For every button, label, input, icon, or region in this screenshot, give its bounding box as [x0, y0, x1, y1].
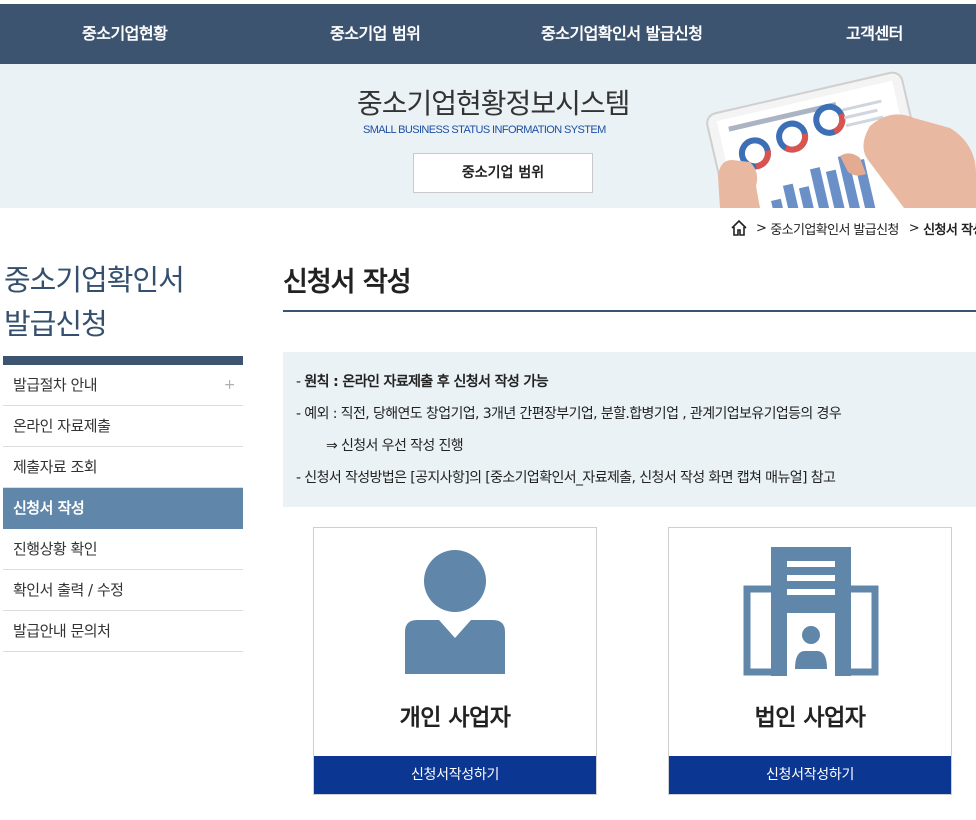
sidebar-item-label: 제출자료 조회	[13, 458, 98, 476]
corporate-apply-button[interactable]: 신청서작성하기	[669, 756, 951, 794]
title-divider	[283, 310, 976, 312]
sidebar-item-label: 발급절차 안내	[13, 376, 98, 394]
sidebar-top-rule	[3, 356, 243, 365]
sidebar-title-line2: 발급신청	[4, 307, 108, 341]
tablet-illustration	[706, 71, 976, 208]
notice-principle: - 원칙 : 온라인 자료제출 후 신청서 작성 가능	[296, 371, 976, 403]
breadcrumb-item-certificate[interactable]: 중소기업확인서 발급신청	[770, 219, 899, 238]
sidebar-title-line1: 중소기업확인서	[4, 263, 185, 297]
building-icon	[743, 547, 879, 676]
banner-range-button[interactable]: 중소기업 범위	[413, 153, 593, 193]
notice-exception-result: ⇒ 신청서 우선 작성 진행	[326, 438, 464, 454]
nav-item-range[interactable]: 중소기업 범위	[330, 4, 421, 64]
individual-business-label: 개인 사업자	[399, 705, 511, 731]
banner-title: 중소기업현황정보시스템	[357, 87, 630, 120]
top-nav: 중소기업현황 중소기업 범위 중소기업확인서 발급신청 고객센터	[0, 4, 976, 64]
sidebar-item-label: 확인서 출력 / 수정	[13, 581, 124, 599]
nav-item-status[interactable]: 중소기업현황	[82, 4, 168, 64]
nav-item-support[interactable]: 고객센터	[846, 4, 903, 64]
breadcrumb-separator: >	[756, 220, 767, 236]
notice-exception: - 예외 : 직전, 당해연도 창업기업, 3개년 간편장부기업, 분할.합병기…	[296, 406, 842, 422]
notice-box: - 원칙 : 온라인 자료제출 후 신청서 작성 가능 - 예외 : 직전, 당…	[283, 352, 976, 507]
sidebar-item-label: 진행상황 확인	[13, 540, 98, 558]
sidebar-title: 중소기업확인서 발급신청	[4, 258, 185, 346]
banner-subtitle: SMALL BUSINESS STATUS INFORMATION SYSTEM	[363, 124, 606, 136]
breadcrumb-separator: >	[908, 220, 920, 236]
sidebar-item-label: 발급안내 문의처	[13, 622, 111, 640]
breadcrumb: > 중소기업확인서 발급신청 > 신청서 작성	[730, 218, 976, 238]
person-icon	[405, 550, 505, 674]
sidebar-item-label: 신청서 작성	[13, 499, 85, 517]
sidebar-item-application[interactable]: 신청서 작성	[3, 488, 243, 529]
sidebar-item-submitted-lookup[interactable]: 제출자료 조회	[3, 447, 243, 488]
sidebar-item-print-edit[interactable]: 확인서 출력 / 수정	[3, 570, 243, 611]
sidebar-menu: 발급절차 안내 + 온라인 자료제출 제출자료 조회 신청서 작성 진행상황 확…	[3, 365, 243, 652]
nav-item-certificate[interactable]: 중소기업확인서 발급신청	[541, 4, 703, 64]
sidebar-item-procedure[interactable]: 발급절차 안내 +	[3, 365, 243, 406]
banner: 중소기업현황정보시스템 SMALL BUSINESS STATUS INFORM…	[0, 64, 976, 208]
breadcrumb-item-current: 신청서 작성	[923, 222, 976, 238]
individual-apply-button[interactable]: 신청서작성하기	[314, 756, 596, 794]
notice-principle-text: 원칙 : 온라인 자료제출 후 신청서 작성 가능	[304, 374, 548, 390]
expand-icon[interactable]: +	[224, 365, 236, 406]
sidebar-item-online-submit[interactable]: 온라인 자료제출	[3, 406, 243, 447]
notice-manual: - 신청서 작성방법은 [공지사항]의 [중소기업확인서_자료제출, 신청서 작…	[296, 470, 836, 486]
sidebar-item-contact[interactable]: 발급안내 문의처	[3, 611, 243, 652]
sidebar-item-progress[interactable]: 진행상황 확인	[3, 529, 243, 570]
corporate-business-label: 법인 사업자	[754, 705, 866, 731]
corporate-business-card[interactable]: 법인 사업자 신청서작성하기	[668, 527, 952, 795]
home-icon[interactable]	[730, 219, 748, 237]
sidebar-item-label: 온라인 자료제출	[13, 417, 111, 435]
page-title: 신청서 작성	[283, 267, 412, 298]
individual-business-card[interactable]: 개인 사업자 신청서작성하기	[313, 527, 597, 795]
